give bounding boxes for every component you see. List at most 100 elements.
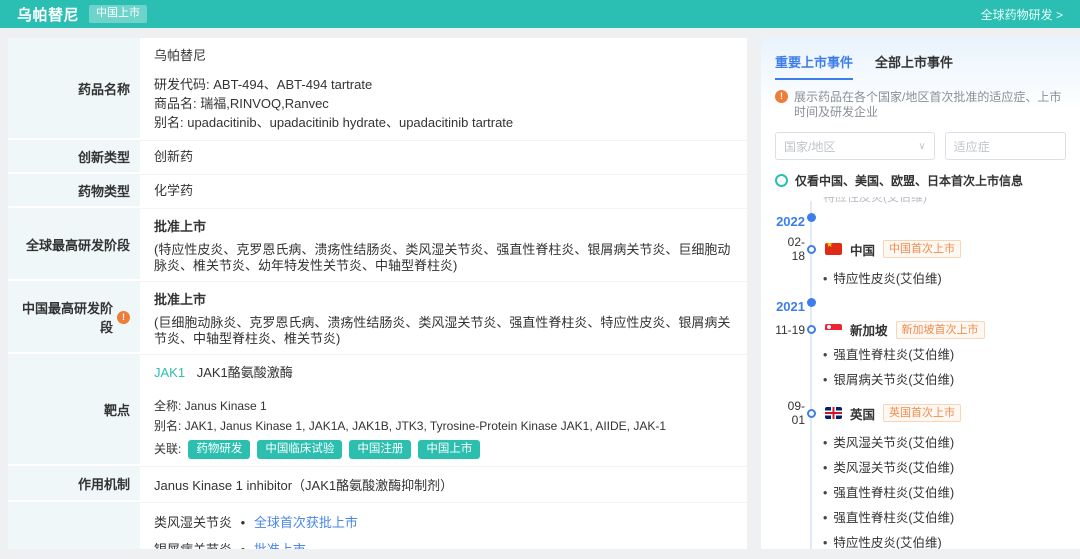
timeline-node-icon — [807, 408, 816, 418]
global-stage-detail: (特应性皮炎、克罗恩氏病、溃疡性结肠炎、类风湿关节炎、强直性脊柱炎、银屑病关节炎… — [154, 242, 731, 273]
china-stage-label: 中国最高研发阶段 ! — [8, 282, 140, 354]
events-info-text: 展示药品在各个国家/地区首次批准的适应症、上市时间及研发企业 — [794, 90, 1062, 119]
timeline-event-items: 类风湿关节炎(艾伯维) 类风湿关节炎(艾伯维) 强直性脊柱炎(艾伯维) 强直性脊… — [775, 437, 1066, 550]
timeline-event-items: 强直性脊柱炎(艾伯维) 银屑病关节炎(艾伯维) — [775, 349, 1066, 387]
info-icon[interactable]: ! — [117, 310, 130, 324]
china-stage-row: 中国最高研发阶段 ! 批准上市 (巨细胞动脉炎、克罗恩氏病、溃疡性结肠炎、类风湿… — [8, 282, 747, 355]
target-gene-link[interactable]: JAK1 — [154, 365, 185, 380]
timeline-year-row: 2022 — [775, 213, 1066, 230]
market-events-card: 重要上市事件 全部上市事件 ! 展示药品在各个国家/地区首次批准的适应症、上市时… — [761, 38, 1080, 549]
first-launch-badge: 新加坡首次上市 — [895, 320, 985, 339]
target-association-badge[interactable]: 中国上市 — [418, 440, 481, 459]
first-launch-badge: 英国首次上市 — [883, 404, 962, 422]
timeline-event-items: 特应性皮炎(艾伯维) — [775, 273, 1066, 286]
events-filters: 国家/地区 ∨ 适应症 — [775, 132, 1066, 160]
target-association-badge[interactable]: 中国临床试验 — [257, 440, 343, 459]
target-main-line: JAK1 JAK1酪氨酸激酶 — [154, 364, 733, 381]
timeline-year: 2021 — [776, 299, 805, 314]
drug-info-card: 药品名称 乌帕替尼 研发代码: ABT-494、ABT-494 tartrate… — [8, 38, 747, 549]
events-info-line: ! 展示药品在各个国家/地区首次批准的适应症、上市时间及研发企业 — [775, 90, 1066, 120]
bullet-separator: • — [241, 542, 246, 549]
timeline-event: 09-01 英国 英国首次上市 类风湿关节炎(艾伯维) 类风湿关节炎(艾伯维) … — [775, 399, 1066, 549]
drug-name-row: 药品名称 乌帕替尼 研发代码: ABT-494、ABT-494 tartrate… — [8, 38, 747, 141]
global-stage-row: 全球最高研发阶段 批准上市 (特应性皮炎、克罗恩氏病、溃疡性结肠炎、类风湿关节炎… — [8, 209, 747, 282]
indication-status-link[interactable]: 批准上市 — [254, 542, 306, 549]
target-value: JAK1 JAK1酪氨酸激酶 全称: Janus Kinase 1 别名: JA… — [140, 355, 747, 466]
timeline-event: 11-19 新加坡 新加坡首次上市 强直性脊柱炎(艾伯维) 银屑病关节炎(艾伯维… — [775, 320, 1066, 387]
timeline-year: 2022 — [776, 214, 805, 229]
cn-flag-icon — [825, 243, 842, 255]
timeline-event-date: 11-19 — [775, 322, 805, 337]
target-assoc-prefix: 关联: — [154, 441, 182, 456]
dev-code: 研发代码: ABT-494、ABT-494 tartrate — [154, 77, 373, 92]
bullet-separator: • — [240, 514, 246, 530]
drug-name-value: 乌帕替尼 研发代码: ABT-494、ABT-494 tartrate 商品名:… — [140, 38, 747, 140]
major-countries-filter[interactable]: 仅看中国、美国、欧盟、日本首次上市信息 — [775, 172, 1066, 189]
target-full-name: 全称: Janus Kinase 1 — [154, 399, 267, 413]
indication-search-input[interactable]: 适应症 — [944, 132, 1066, 160]
radio-circle-icon[interactable] — [775, 174, 788, 187]
major-countries-filter-label: 仅看中国、美国、欧盟、日本首次上市信息 — [795, 174, 1024, 188]
timeline-indication-item: 类风湿关节炎(艾伯维) — [775, 462, 1066, 475]
moa-label: 作用机制 — [8, 466, 140, 502]
timeline-event-date: 02-18 — [787, 235, 805, 263]
top-header-bar: 乌帕替尼 中国上市 全球药物研发 > — [0, 0, 1080, 28]
timeline-indication-item: 强直性脊柱炎(艾伯维) — [775, 349, 1066, 362]
timeline-year-row: 2021 — [775, 298, 1066, 315]
clipped-item: 特应性皮炎(艾伯维) — [823, 197, 927, 204]
moa-row: 作用机制 Janus Kinase 1 inhibitor（JAK1酪氨酸激酶抑… — [8, 466, 747, 503]
tab-all-events[interactable]: 全部上市事件 — [875, 52, 953, 80]
indication-name: 银屑病关节炎 — [154, 542, 232, 549]
status-badge: 中国上市 — [89, 5, 148, 23]
country-select[interactable]: 国家/地区 ∨ — [775, 132, 935, 160]
global-stage-name: 批准上市 — [154, 219, 207, 234]
sg-flag-icon — [825, 323, 842, 336]
target-association-badge[interactable]: 药物研发 — [188, 440, 251, 459]
timeline-node-icon — [807, 244, 816, 254]
indication-status-link[interactable]: 全球首次获批上市 — [254, 515, 358, 530]
timeline-indication-item: 特应性皮炎(艾伯维) — [775, 273, 1066, 286]
content-area: 药品名称 乌帕替尼 研发代码: ABT-494、ABT-494 tartrate… — [0, 28, 1080, 549]
timeline: 特应性皮炎(艾伯维) 2022 02-18 中国 中国首次上市 特应性皮炎(艾伯… — [775, 197, 1066, 549]
china-stage-label-text: 中国最高研发阶段 — [21, 301, 113, 335]
events-tabs: 重要上市事件 全部上市事件 — [775, 52, 1066, 80]
timeline-event-date: 09-01 — [787, 399, 805, 427]
timeline-country[interactable]: 新加坡 — [850, 320, 888, 339]
indication-name: 类风湿关节炎 — [154, 514, 233, 530]
indications-value: 类风湿关节炎 • 全球首次获批上市 银屑病关节炎 • 批准上市 强直性脊柱炎 •… — [140, 503, 747, 549]
timeline-node-icon — [807, 325, 816, 334]
tab-important-events[interactable]: 重要上市事件 — [775, 52, 854, 80]
info-icon: ! — [775, 90, 788, 103]
alias: 别名: upadacitinib、upadacitinib hydrate、up… — [154, 115, 514, 130]
indication-item: 银屑病关节炎 • 批准上市 — [154, 542, 733, 549]
target-association-badge[interactable]: 中国注册 — [349, 440, 412, 459]
drug-title: 乌帕替尼 — [17, 6, 80, 24]
china-stage-value: 批准上市 (巨细胞动脉炎、克罗恩氏病、溃疡性结肠炎、类风湿关节炎、强直性脊柱炎、… — [140, 282, 747, 354]
drug-type-row: 药物类型 化学药 — [8, 175, 747, 209]
timeline-indication-item: 强直性脊柱炎(艾伯维) — [775, 487, 1066, 500]
chevron-down-icon: ∨ — [918, 140, 926, 152]
timeline-event-header: 02-18 中国 中国首次上市 — [775, 235, 1066, 263]
timeline-event: 02-18 中国 中国首次上市 特应性皮炎(艾伯维) — [775, 235, 1066, 286]
drug-type-label: 药物类型 — [8, 175, 140, 208]
timeline-country[interactable]: 英国 — [850, 404, 875, 423]
timeline-event-header: 11-19 新加坡 新加坡首次上市 — [775, 320, 1066, 339]
innovation-type-value: 创新药 — [154, 149, 194, 164]
timeline-country[interactable]: 中国 — [850, 240, 875, 259]
timeline-indication-item: 类风湿关节炎(艾伯维) — [775, 437, 1066, 450]
drug-type-value: 化学药 — [154, 183, 194, 198]
innovation-type-label: 创新类型 — [8, 141, 140, 174]
gb-flag-icon — [825, 407, 842, 419]
target-row: 靶点 JAK1 JAK1酪氨酸激酶 全称: Janus Kinase 1 别名:… — [8, 355, 747, 467]
target-alias: 别名: JAK1, Janus Kinase 1, JAK1A, JAK1B, … — [154, 419, 667, 433]
china-stage-name: 批准上市 — [154, 292, 207, 307]
timeline-event-header: 09-01 英国 英国首次上市 — [775, 399, 1066, 427]
moa-value: Janus Kinase 1 inhibitor（JAK1酪氨酸激酶抑制剂） — [154, 477, 454, 493]
china-stage-detail: (巨细胞动脉炎、克罗恩氏病、溃疡性结肠炎、类风湿关节炎、强直性脊柱炎、特应性皮炎… — [154, 315, 731, 346]
timeline-indication-item: 银屑病关节炎(艾伯维) — [775, 374, 1066, 387]
target-association-row: 关联: 药物研发 中国临床试验 中国注册 中国上市 — [154, 440, 733, 459]
timeline-indication-item: 特应性皮炎(艾伯维) — [775, 537, 1066, 550]
indication-item: 类风湿关节炎 • 全球首次获批上市 — [154, 514, 733, 530]
timeline-year-dot-icon — [807, 213, 816, 222]
global-rd-link[interactable]: 全球药物研发 > — [981, 6, 1063, 23]
